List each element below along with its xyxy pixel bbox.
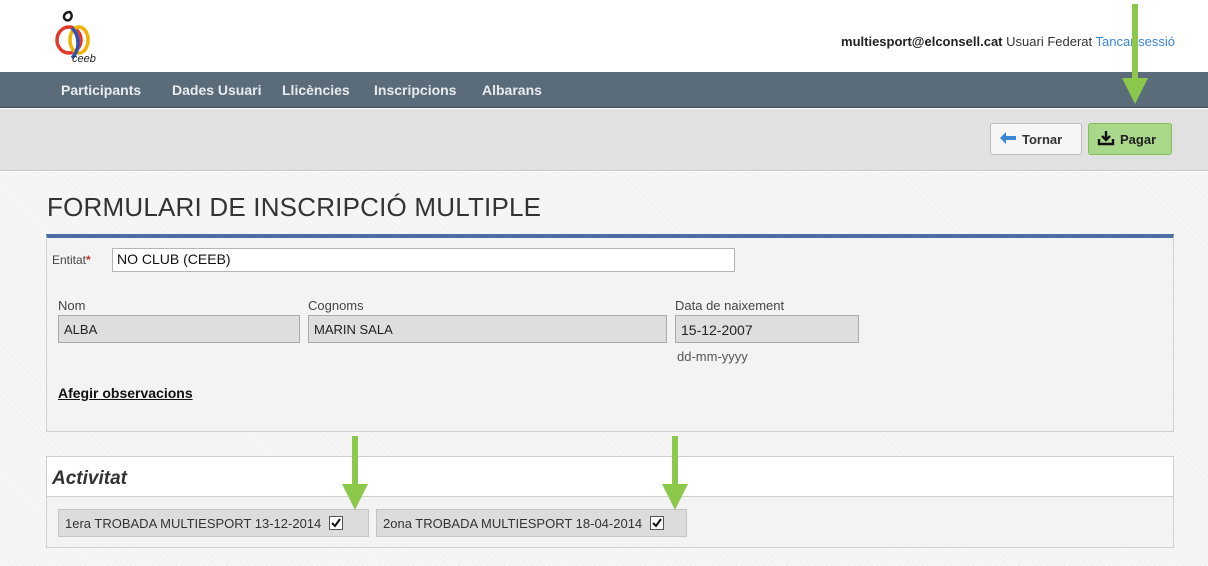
nav-item-albarans[interactable]: Albarans [482,82,542,98]
header: ceeb multiesport@elconsell.cat Usuari Fe… [0,0,1208,72]
back-button-label: Tornar [1022,131,1063,147]
activity-item-1[interactable]: 1era TROBADA MULTIESPORT 13-12-2014 [58,509,369,537]
nom-label: Nom [58,298,86,313]
activity-title: Activitat [52,468,127,489]
arrow-down-icon [662,436,688,510]
user-email: multiesport@elconsell.cat [841,34,1003,49]
add-observations-link[interactable]: Afegir observacions [58,385,193,401]
activity-header: Activitat [47,457,1173,497]
cognoms-field[interactable]: MARIN SALA [308,315,667,343]
checkmark-icon [652,518,662,528]
nav-item-dades-usuari[interactable]: Dades Usuari [172,82,261,98]
main-content: FORMULARI DE INSCRIPCIÓ MULTIPLE Entitat… [0,172,1208,566]
arrow-down-icon [1122,4,1148,104]
arrow-down-icon [342,436,368,510]
ceeb-logo[interactable]: ceeb [50,6,110,66]
birth-date-hint: dd-mm-yyyy [677,349,748,364]
birth-date-field[interactable]: 15-12-2007 [675,315,859,343]
participant-panel: Entitat* NO CLUB (CEEB) Nom ALBA Cognoms… [46,234,1174,432]
entitat-label-text: Entitat [52,253,87,267]
nom-field[interactable]: ALBA [58,315,300,343]
nav-item-participants[interactable]: Participants [61,82,141,98]
activity-panel: Activitat 1era TROBADA MULTIESPORT 13-12… [46,456,1174,548]
required-marker: * [86,253,91,267]
activity-item-2-checkbox[interactable] [650,516,665,530]
entitat-label: Entitat* [52,253,91,267]
entitat-field[interactable]: NO CLUB (CEEB) [112,248,735,272]
nav-item-inscripcions[interactable]: Inscripcions [374,82,456,98]
page-title: FORMULARI DE INSCRIPCIÓ MULTIPLE [47,192,542,222]
nav-item-llicencies[interactable]: Llicències [282,82,350,98]
cognoms-label: Cognoms [308,298,364,313]
activity-item-1-checkbox[interactable] [329,516,344,530]
download-icon [1097,130,1120,149]
svg-text:ceeb: ceeb [72,53,96,65]
toolbar: Tornar Pagar [0,109,1208,171]
pay-button[interactable]: Pagar [1088,123,1172,155]
user-role: Usuari Federat [1006,34,1093,49]
main-nav: Participants Dades Usuari Llicències Ins… [0,72,1208,108]
checkmark-icon [331,518,342,528]
arrow-left-icon [999,131,1022,148]
pay-button-label: Pagar [1120,131,1157,147]
back-button[interactable]: Tornar [990,123,1082,155]
activity-item-2[interactable]: 2ona TROBADA MULTIESPORT 18-04-2014 [376,509,687,537]
activity-item-2-label: 2ona TROBADA MULTIESPORT 18-04-2014 [383,515,643,531]
activity-item-1-label: 1era TROBADA MULTIESPORT 13-12-2014 [65,515,322,531]
birth-date-label: Data de naixement [675,298,785,313]
